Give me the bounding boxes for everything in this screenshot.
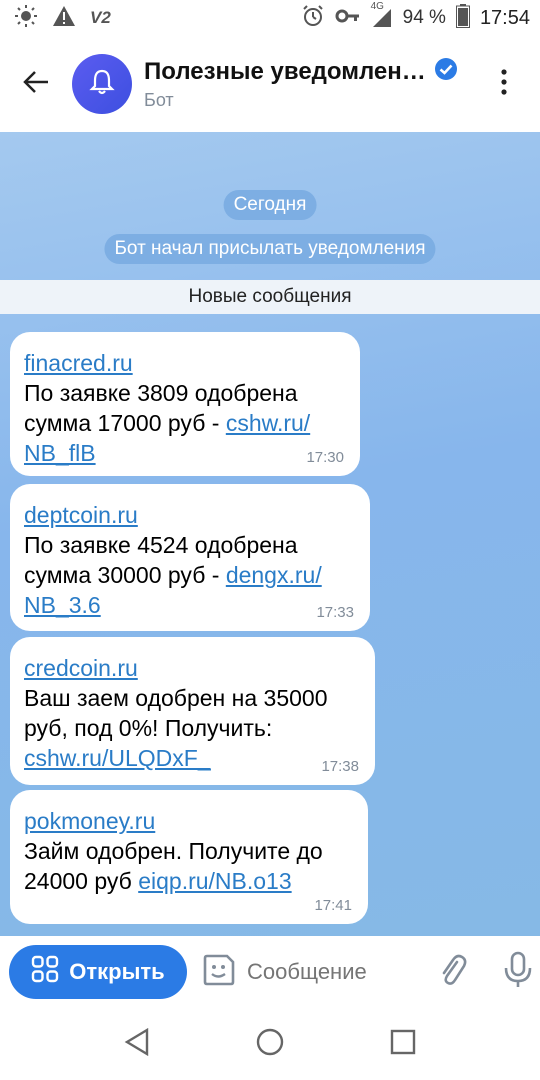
- message-bubble[interactable]: finacred.ru По заявке 3809 одобрена сумм…: [10, 332, 360, 476]
- new-messages-divider: Новые сообщения: [0, 280, 540, 314]
- arrow-left-icon: [22, 70, 50, 99]
- message-text: 24000 руб: [24, 868, 139, 894]
- system-nav-bar: [0, 1008, 540, 1080]
- battery-icon: [455, 3, 470, 33]
- date-pill: Сегодня: [223, 190, 317, 220]
- microphone-icon: [503, 951, 533, 994]
- brightness-icon: [14, 4, 38, 33]
- battery-percent: 94 %: [402, 7, 446, 28]
- paperclip-icon: [437, 952, 467, 993]
- message-input[interactable]: [247, 959, 422, 985]
- service-message: Бот начал присылать уведомления: [104, 234, 436, 264]
- message-link[interactable]: cshw.ru/: [226, 410, 310, 436]
- circle-home-icon: [256, 1028, 284, 1061]
- composer-bar: Открыть: [0, 936, 540, 1008]
- open-button[interactable]: Открыть: [9, 945, 187, 999]
- message-time: 17:38: [321, 758, 359, 775]
- warning-icon: [52, 5, 76, 32]
- sticker-button[interactable]: [199, 952, 239, 992]
- message-text: Ваш заем одобрен на 35000: [24, 685, 328, 711]
- message-text: сумма 17000 руб -: [24, 410, 226, 436]
- chat-title-block[interactable]: Полезные уведомлен… Бот: [144, 57, 468, 111]
- alarm-icon: [301, 4, 325, 33]
- message-text: руб, под 0%! Получить:: [24, 715, 273, 741]
- message-link[interactable]: NB_flB: [24, 440, 96, 466]
- nav-back-button[interactable]: [112, 1019, 162, 1069]
- chat-area[interactable]: Сегодня Бот начал присылать уведомления …: [0, 132, 540, 936]
- more-menu-button[interactable]: [468, 36, 540, 132]
- clock: 17:54: [479, 6, 530, 29]
- message-link[interactable]: finacred.ru: [24, 350, 133, 376]
- verified-badge-icon: [434, 57, 458, 86]
- message-link[interactable]: pokmoney.ru: [24, 808, 155, 834]
- message-link[interactable]: credcoin.ru: [24, 655, 138, 681]
- message-bubble[interactable]: pokmoney.ru Займ одобрен. Получите до 24…: [10, 790, 368, 924]
- network-type: 4G: [370, 1, 384, 12]
- open-button-label: Открыть: [69, 959, 165, 984]
- message-link[interactable]: dengx.ru/: [226, 562, 322, 588]
- chat-header: Полезные уведомлен… Бот: [0, 36, 540, 132]
- more-vertical-icon: [500, 68, 508, 101]
- new-messages-label: Новые сообщения: [188, 286, 352, 307]
- message-link[interactable]: cshw.ru/ULQDxF_: [24, 745, 211, 771]
- sticker-icon: [201, 952, 237, 993]
- message-bubble[interactable]: deptcoin.ru По заявке 4524 одобрена сумм…: [10, 484, 370, 631]
- status-bar: V2 4G 94 % 17:54: [0, 0, 540, 36]
- message-text: По заявке 4524 одобрена: [24, 532, 298, 558]
- nav-home-button[interactable]: [245, 1019, 295, 1069]
- message-text: По заявке 3809 одобрена: [24, 380, 298, 406]
- carrier-tag: V2: [90, 8, 111, 27]
- voice-record-button[interactable]: [496, 950, 540, 994]
- chat-title: Полезные уведомлен…: [144, 57, 424, 85]
- message-link[interactable]: eiqp.ru/NB.o13: [138, 868, 291, 894]
- message-bubble[interactable]: credcoin.ru Ваш заем одобрен на 35000 ру…: [10, 637, 375, 785]
- attach-button[interactable]: [430, 950, 474, 994]
- message-time: 17:30: [306, 449, 344, 466]
- message-link[interactable]: NB_3.6: [24, 592, 101, 618]
- back-button[interactable]: [0, 36, 72, 132]
- nav-recents-button[interactable]: [378, 1019, 428, 1069]
- grid-icon: [31, 955, 59, 989]
- chat-subtitle: Бот: [144, 90, 174, 110]
- message-text: сумма 30000 руб -: [24, 562, 226, 588]
- message-link[interactable]: deptcoin.ru: [24, 502, 138, 528]
- key-icon: [335, 6, 361, 31]
- signal-icon: 4G: [371, 1, 393, 29]
- bell-icon: [87, 67, 117, 102]
- message-time: 17:33: [316, 604, 354, 621]
- message-time: 17:41: [314, 897, 352, 914]
- avatar[interactable]: [72, 54, 132, 114]
- message-text: Займ одобрен. Получите до: [24, 838, 323, 864]
- triangle-back-icon: [124, 1027, 150, 1061]
- square-recents-icon: [390, 1029, 416, 1060]
